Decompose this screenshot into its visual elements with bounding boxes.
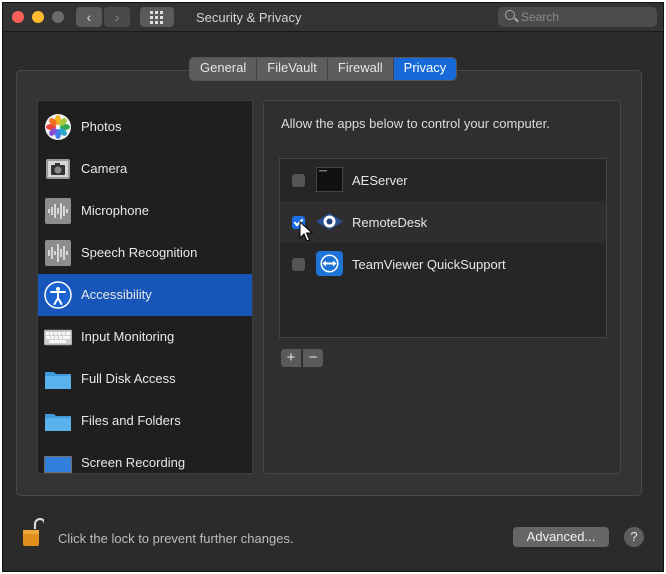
sidebar-item-label: Screen Recording <box>81 455 186 470</box>
advanced-button[interactable]: Advanced... <box>513 527 609 547</box>
title-bar: ‹ › Security & Privacy Search <box>3 3 663 32</box>
sidebar-item-microphone[interactable]: Microphone <box>38 190 252 232</box>
search-input[interactable]: Search <box>498 7 657 27</box>
minimize-window-button[interactable] <box>32 11 44 23</box>
sidebar-item-input-monitoring[interactable]: Input Monitoring <box>38 316 252 358</box>
list-item-remotedesk[interactable]: RemoteDesk <box>280 201 606 243</box>
sidebar-item-label: Full Disk Access <box>81 371 176 386</box>
search-placeholder: Search <box>521 10 560 24</box>
app-checkbox[interactable] <box>292 258 305 271</box>
lock-icon[interactable] <box>22 518 44 548</box>
app-list[interactable]: AEServer RemoteDesk TeamViewer QuickSupp… <box>279 158 607 338</box>
tab-general[interactable]: General <box>190 58 258 80</box>
app-name: TeamViewer QuickSupport <box>352 257 506 272</box>
sidebar-item-label: Input Monitoring <box>81 329 175 344</box>
mouse-cursor-icon <box>299 221 313 242</box>
terminal-icon <box>316 167 343 192</box>
sidebar-item-full-disk-access[interactable]: Full Disk Access <box>38 358 252 400</box>
microphone-icon <box>45 198 71 224</box>
permission-description: Allow the apps below to control your com… <box>281 116 550 131</box>
tab-bar: General FileVault Firewall Privacy <box>189 57 458 81</box>
add-app-button[interactable]: + <box>281 349 301 367</box>
window-title: Security & Privacy <box>196 10 302 25</box>
teamviewer-icon <box>316 251 343 276</box>
show-all-button[interactable] <box>140 7 174 27</box>
close-window-button[interactable] <box>12 11 24 23</box>
app-name: RemoteDesk <box>352 215 428 230</box>
sidebar-item-photos[interactable]: Photos <box>38 106 252 148</box>
folder-icon <box>45 414 71 431</box>
sidebar-item-label: Files and Folders <box>81 413 181 428</box>
camera-icon <box>46 159 70 179</box>
accessibility-icon <box>44 281 72 309</box>
folder-icon <box>45 372 71 389</box>
screen-recording-icon <box>44 456 72 473</box>
sidebar-item-camera[interactable]: Camera <box>38 148 252 190</box>
zoom-window-button[interactable] <box>52 11 64 23</box>
keyboard-icon <box>44 329 72 346</box>
back-button[interactable]: ‹ <box>76 7 102 27</box>
speech-recognition-icon <box>45 240 71 266</box>
list-item-teamviewer-quicksupport[interactable]: TeamViewer QuickSupport <box>280 243 606 285</box>
photos-icon <box>45 114 71 140</box>
search-icon <box>505 10 515 20</box>
sidebar-item-files-and-folders[interactable]: Files and Folders <box>38 400 252 442</box>
remotedesk-icon <box>316 213 343 230</box>
lock-status-text: Click the lock to prevent further change… <box>58 531 294 546</box>
remove-app-button[interactable]: − <box>303 349 323 367</box>
privacy-category-list[interactable]: Photos Camera Microphone Speech Recognit… <box>37 100 253 474</box>
sidebar-item-label: Speech Recognition <box>81 245 198 260</box>
tab-filevault[interactable]: FileVault <box>257 58 328 80</box>
forward-button[interactable]: › <box>104 7 130 27</box>
app-checkbox[interactable] <box>292 174 305 187</box>
sidebar-item-accessibility[interactable]: Accessibility <box>38 274 252 316</box>
sidebar-item-label: Microphone <box>81 203 149 218</box>
chevron-left-icon: ‹ <box>86 9 92 25</box>
sidebar-item-label: Photos <box>81 119 122 134</box>
sidebar-item-label: Camera <box>81 161 128 176</box>
tab-privacy[interactable]: Privacy <box>393 58 457 80</box>
sidebar-item-screen-recording[interactable]: Screen Recording <box>38 442 252 473</box>
sidebar-item-speech-recognition[interactable]: Speech Recognition <box>38 232 252 274</box>
tab-firewall[interactable]: Firewall <box>327 58 394 80</box>
list-item-aeserver[interactable]: AEServer <box>280 159 606 201</box>
chevron-right-icon: › <box>114 9 120 25</box>
app-name: AEServer <box>352 173 408 188</box>
help-button[interactable]: ? <box>624 527 644 547</box>
sidebar-item-label: Accessibility <box>81 287 152 302</box>
